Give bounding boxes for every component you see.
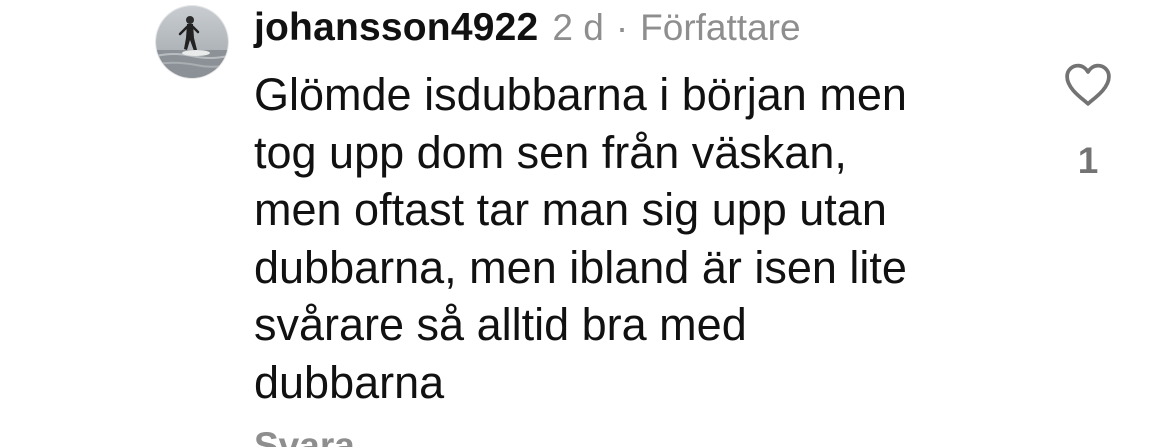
username[interactable]: johansson4922 xyxy=(254,6,538,50)
comment-line: men oftast tar man sig upp utan xyxy=(254,184,887,235)
meta-separator: · xyxy=(615,7,629,48)
comment-line: dubbarna xyxy=(254,356,445,408)
timestamp: 2 d xyxy=(552,7,604,48)
avatar[interactable] xyxy=(156,6,228,78)
comment-line: Glömde isdubbarna i början men xyxy=(254,69,907,120)
comment-header: johansson4922 2 d · Författare xyxy=(254,6,801,56)
avatar-image xyxy=(156,6,228,78)
comment-text: Glömde isdubbarna i början men tog upp d… xyxy=(254,66,1014,411)
comment: johansson4922 2 d · Författare Glömde is… xyxy=(0,0,1170,447)
heart-outline-icon[interactable] xyxy=(1062,62,1114,108)
like-count: 1 xyxy=(1077,140,1099,181)
comment-line: dubbarna, men ibland är isen lite xyxy=(254,241,907,293)
author-badge: Författare xyxy=(640,7,801,48)
comment-line: tog upp dom sen från väskan, xyxy=(254,126,847,178)
reply-button[interactable]: Svara xyxy=(254,425,355,447)
like-area: 1 xyxy=(1058,62,1118,182)
comment-line: svårare så alltid bra med xyxy=(254,299,747,350)
